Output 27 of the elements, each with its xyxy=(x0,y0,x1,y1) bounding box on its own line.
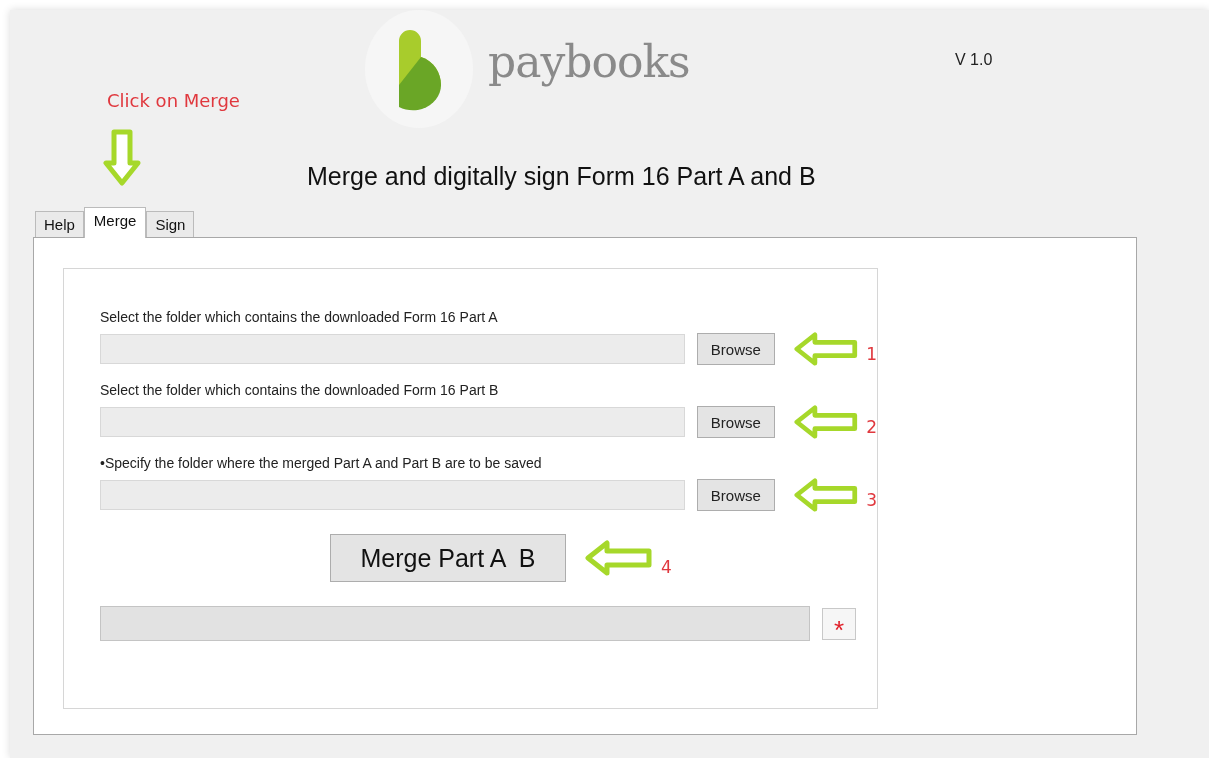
folder-path-field[interactable] xyxy=(100,334,686,364)
step-number: 2 xyxy=(866,417,877,437)
folder-path-field[interactable] xyxy=(100,480,686,510)
browse-button[interactable]: Browse xyxy=(697,406,775,438)
step-number: 4 xyxy=(661,557,672,577)
left-arrow-icon xyxy=(793,476,859,514)
tab[interactable]: Merge xyxy=(83,207,147,238)
down-arrow-icon xyxy=(103,129,141,187)
required-button[interactable]: * xyxy=(822,607,856,640)
browse-button[interactable]: Browse xyxy=(697,479,775,511)
folder-path-field[interactable] xyxy=(100,407,686,437)
left-arrow-icon xyxy=(585,539,653,577)
step-number: 3 xyxy=(866,490,877,510)
annotation-text: Click on Merge xyxy=(107,90,240,111)
browse-button[interactable]: Browse xyxy=(697,333,775,365)
logo-wordmark: paybooks xyxy=(488,36,690,87)
field-label: Select the folder which contains the downloaded Form 16 Part A xyxy=(100,309,499,325)
left-arrow-icon xyxy=(793,330,859,368)
window-title: Merge and digitally sign Form 16 Part A and B xyxy=(307,162,816,191)
field-label: Select the folder which contains the downloaded Form 16 Part B xyxy=(100,382,500,398)
field-label: •Specify the folder where the merged Part A and Part B are to be saved xyxy=(100,455,543,471)
step-number: 1 xyxy=(866,344,877,364)
version-label: V 1.0 xyxy=(955,51,993,69)
left-arrow-icon xyxy=(793,403,859,441)
tab[interactable]: Sign xyxy=(146,211,195,237)
merge-button[interactable]: Merge Part A B xyxy=(330,534,566,582)
tab[interactable]: Help xyxy=(35,211,84,237)
